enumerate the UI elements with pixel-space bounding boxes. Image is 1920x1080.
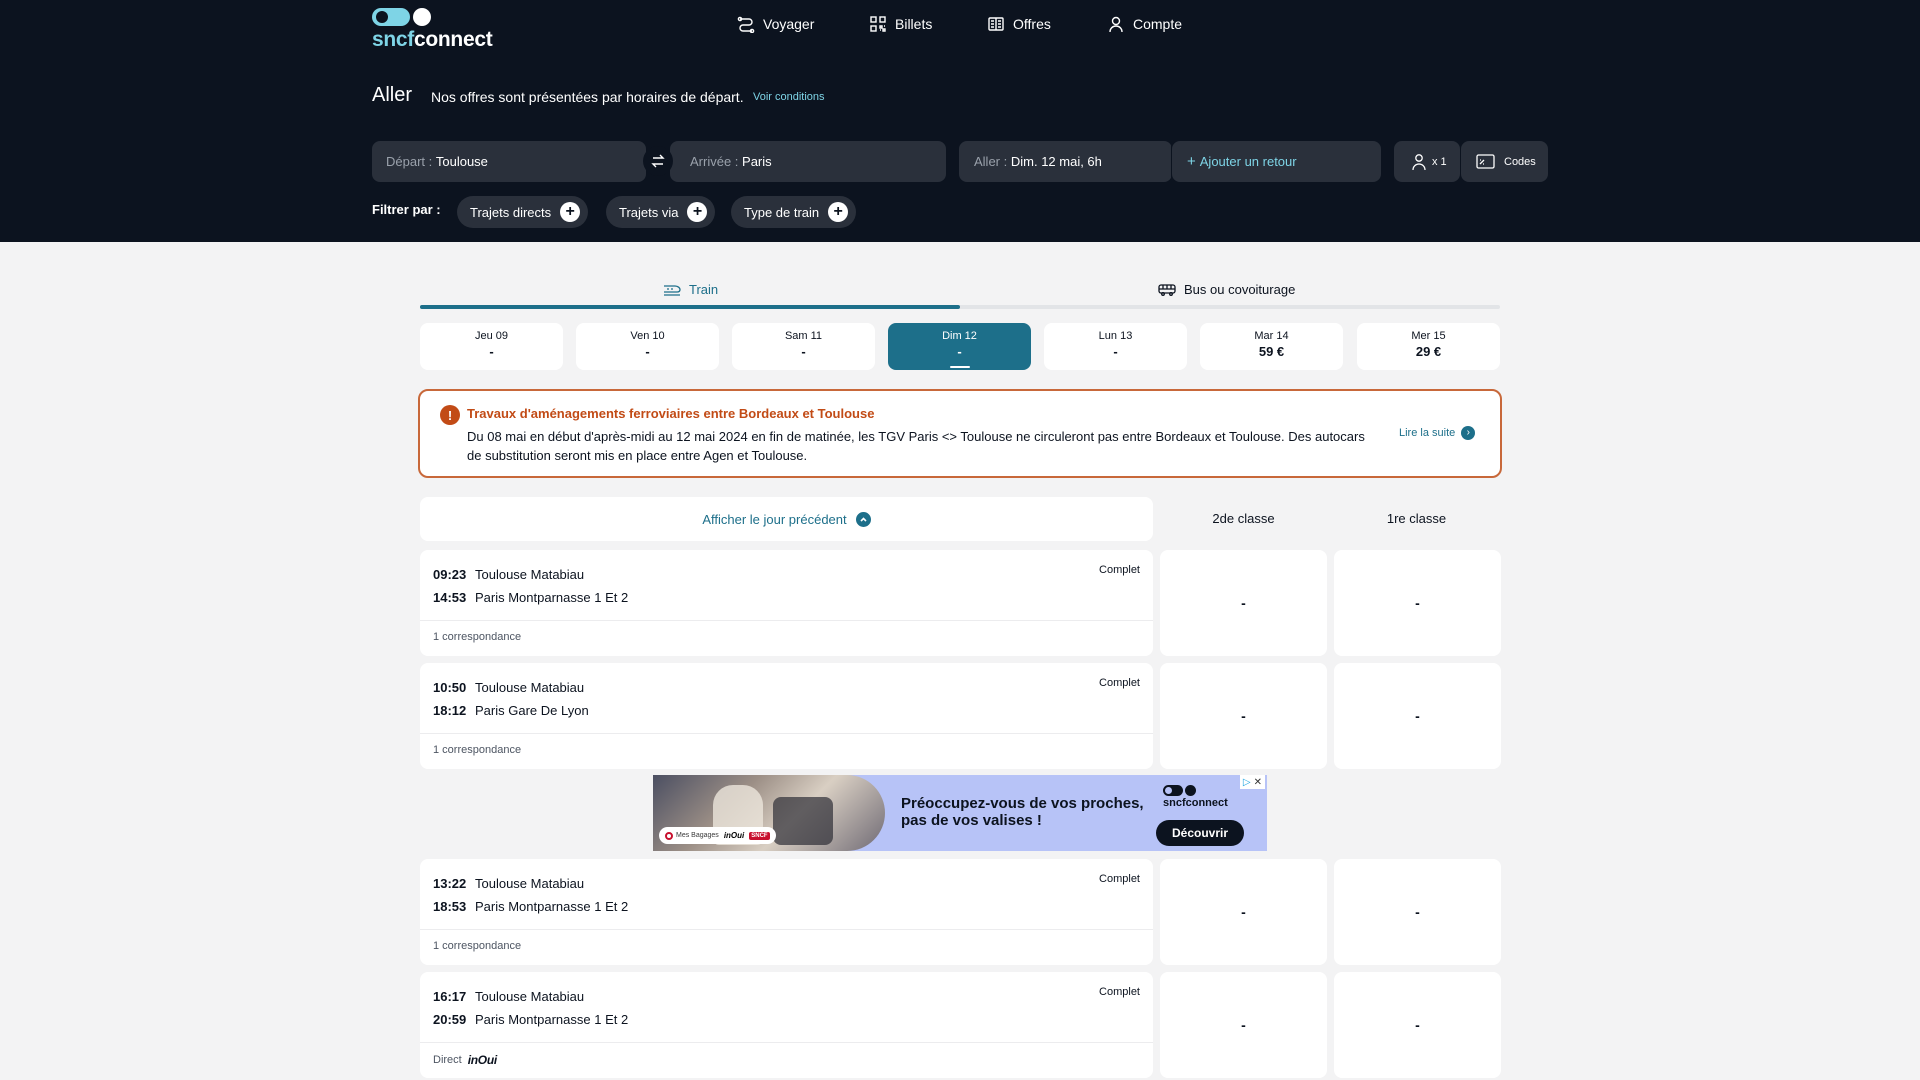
arrival-row: 18:12 Paris Gare De Lyon	[433, 703, 589, 718]
tab-indicator	[420, 305, 960, 309]
date-card-dim-12[interactable]: Dim 12-	[888, 323, 1031, 370]
date-card-sam-11[interactable]: Sam 11-	[732, 323, 875, 370]
depart-field[interactable]: Départ : Toulouse	[372, 141, 646, 182]
passenger-icon	[1412, 153, 1426, 170]
price-1re-classe[interactable]: -	[1334, 859, 1501, 965]
alert-title: Travaux d'aménagements ferroviaires entr…	[467, 406, 875, 421]
conditions-link[interactable]: Voir conditions	[753, 91, 825, 103]
divider	[420, 620, 1153, 621]
column-header-2de-classe: 2de classe	[1212, 511, 1275, 526]
date-card-mer-15[interactable]: Mer 15 29 €	[1357, 323, 1500, 370]
qr-code-icon	[870, 16, 886, 32]
sncf-connect-logo[interactable]: sncfconnect	[372, 8, 493, 51]
aller-date-field[interactable]: Aller : Dim. 12 mai, 6h	[959, 141, 1172, 182]
departure-row: 13:22 Toulouse Matabiau	[433, 876, 585, 891]
ad-sncf-connect-logo: sncfconnect	[1161, 785, 1241, 811]
price-2de-classe[interactable]: -	[1160, 550, 1327, 656]
passengers-button[interactable]: x 1	[1394, 141, 1460, 182]
logo-dot-icon	[413, 8, 431, 26]
date-card-lun-13[interactable]: Lun 13-	[1044, 323, 1187, 370]
status-badge: Complet	[1099, 564, 1140, 576]
price-2de-classe[interactable]: -	[1160, 972, 1327, 1078]
date-card-jeu-09[interactable]: Jeu 09-	[420, 323, 563, 370]
departure-row: 09:23 Toulouse Matabiau	[433, 567, 585, 582]
nav-voyager[interactable]: Voyager	[737, 12, 814, 36]
offers-icon	[988, 17, 1004, 31]
departure-row: 10:50 Toulouse Matabiau	[433, 680, 585, 695]
chevron-up-icon	[855, 511, 871, 527]
arrivee-field[interactable]: Arrivée : Paris	[670, 141, 946, 182]
status-badge: Complet	[1099, 873, 1140, 885]
status-badge: Complet	[1099, 677, 1140, 689]
plus-icon: +	[828, 202, 849, 222]
ad-badge: Mes Bagages inOui SNCF	[659, 827, 776, 844]
ad-close-button[interactable]: ▷ ✕	[1239, 775, 1265, 789]
discount-card-icon	[1476, 154, 1495, 169]
show-previous-day-button[interactable]: Afficher le jour précédent	[420, 497, 1153, 541]
nav-compte[interactable]: Compte	[1107, 12, 1182, 36]
add-return-button[interactable]: + Ajouter un retour	[1172, 141, 1381, 182]
page-subtitle: Nos offres sont présentées par horaires …	[431, 89, 744, 105]
price-1re-classe[interactable]: -	[1334, 663, 1501, 769]
trip-card[interactable]: 16:17 Toulouse Matabiau 20:59 Paris Montpa…	[420, 972, 1153, 1078]
trip-card[interactable]: 10:50 Toulouse Matabiau 18:12 Paris Gare D…	[420, 663, 1153, 769]
nav-offres[interactable]: Offres	[987, 12, 1051, 36]
chevron-right-icon: ›	[1461, 426, 1476, 440]
alert-text: Du 08 mai en début d'après-midi au 12 ma…	[467, 429, 1365, 463]
logo-toggle-icon	[372, 8, 410, 26]
connection-info: Direct inOui	[433, 1053, 497, 1067]
arrival-row: 14:53 Paris Montparnasse 1 Et 2	[433, 590, 629, 605]
status-badge: Complet	[1099, 986, 1140, 998]
tab-bus-covoiturage[interactable]: Bus ou covoiturage	[1158, 276, 1295, 302]
header	[0, 0, 1920, 242]
price-1re-classe[interactable]: -	[1334, 550, 1501, 656]
swap-stations-button[interactable]	[643, 146, 673, 176]
connection-info: 1 correspondance	[433, 940, 522, 952]
adchoices-icon[interactable]: ▷	[1243, 777, 1251, 788]
train-icon	[664, 285, 681, 296]
filter-type-de-train[interactable]: Type de train +	[731, 196, 857, 228]
inoui-logo: inOui	[467, 1053, 497, 1067]
divider	[420, 733, 1153, 734]
connection-info: 1 correspondance	[433, 631, 522, 643]
trip-card[interactable]: 13:22 Toulouse Matabiau 18:53 Paris Montpa…	[420, 859, 1153, 965]
works-alert: ! Travaux d'aménagements ferroviaires en…	[418, 389, 1502, 478]
codes-button[interactable]: Codes	[1461, 141, 1548, 182]
divider	[420, 929, 1153, 930]
route-icon	[737, 16, 755, 33]
arrival-row: 18:53 Paris Montparnasse 1 Et 2	[433, 899, 629, 914]
connection-info: 1 correspondance	[433, 744, 522, 756]
filter-trajets-directs[interactable]: Trajets directs +	[457, 196, 589, 228]
warning-icon: !	[440, 405, 460, 425]
close-icon[interactable]: ✕	[1254, 777, 1262, 788]
price-2de-classe[interactable]: -	[1160, 859, 1327, 965]
nav-billets[interactable]: Billets	[869, 12, 932, 36]
bus-icon	[1158, 284, 1176, 296]
mes-bagages-icon	[665, 831, 673, 840]
plus-icon: +	[560, 202, 581, 222]
ad-discover-button[interactable]: Découvrir	[1156, 820, 1244, 846]
swap-icon	[651, 154, 665, 168]
tab-train[interactable]: Train	[663, 276, 718, 302]
price-1re-classe[interactable]: -	[1334, 972, 1501, 1078]
trip-card[interactable]: 09:23 Toulouse Matabiau 14:53 Paris Montpa…	[420, 550, 1153, 656]
arrival-row: 20:59 Paris Montparnasse 1 Et 2	[433, 1012, 629, 1027]
page-title: Aller	[372, 84, 413, 106]
filter-label: Filtrer par :	[372, 202, 441, 217]
read-more-link[interactable]: Lire la suite ›	[1399, 426, 1476, 440]
plus-icon: +	[1187, 153, 1196, 170]
divider	[420, 1042, 1153, 1043]
advertisement-banner[interactable]: Mes Bagages inOui SNCF Préoccupez-vous d…	[653, 775, 1267, 851]
column-header-1re-classe: 1re classe	[1386, 511, 1447, 526]
logo-wordmark: sncfconnect	[372, 28, 493, 51]
user-icon	[1109, 16, 1123, 33]
filter-trajets-via[interactable]: Trajets via +	[606, 196, 716, 228]
price-2de-classe[interactable]: -	[1160, 663, 1327, 769]
ad-photo: Mes Bagages inOui SNCF	[653, 775, 885, 851]
ad-headline: Préoccupez-vous de vos proches, pas de v…	[901, 795, 1144, 829]
departure-row: 16:17 Toulouse Matabiau	[433, 989, 585, 1004]
date-card-mar-14[interactable]: Mar 14 59 €	[1200, 323, 1343, 370]
date-card-ven-10[interactable]: Ven 10-	[576, 323, 719, 370]
plus-icon: +	[687, 202, 708, 222]
